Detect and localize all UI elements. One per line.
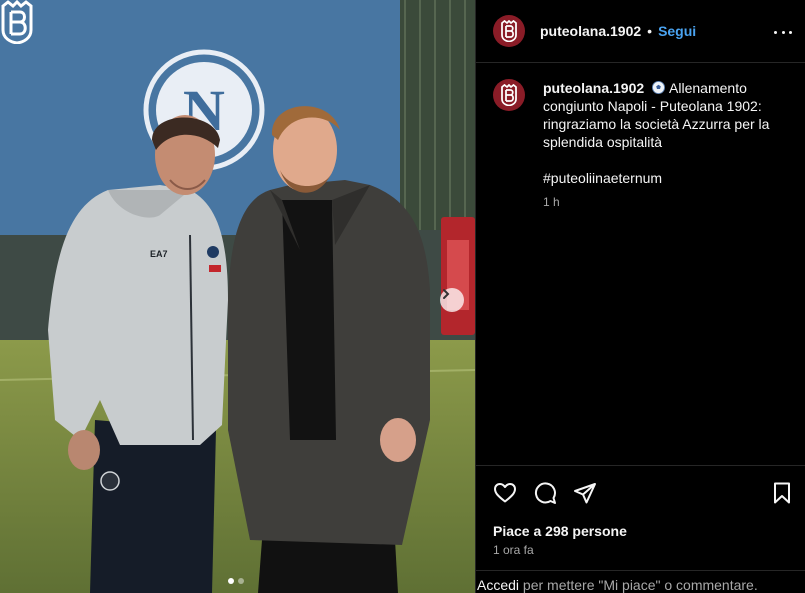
follow-button[interactable]: Segui <box>658 23 696 39</box>
carousel-dot-1 <box>228 578 234 584</box>
like-button[interactable] <box>493 481 517 510</box>
heart-icon <box>494 483 516 503</box>
puteolana-crest-icon <box>1 0 33 44</box>
puteolana-crest-icon <box>501 20 517 42</box>
caption-timestamp: 1 h <box>543 195 560 209</box>
soccer-ball-icon <box>652 81 666 94</box>
post-photo[interactable]: N EA7 <box>0 0 475 593</box>
likes-count[interactable]: Piace a 298 persone <box>493 523 627 539</box>
training-photo-illustration: N EA7 <box>0 0 475 593</box>
avatar[interactable] <box>493 15 525 47</box>
carousel-indicator <box>228 578 244 584</box>
jacket-brand: EA7 <box>150 249 168 259</box>
comment-button[interactable] <box>533 481 557 510</box>
post-timestamp: 1 ora fa <box>493 543 534 557</box>
more-options-icon[interactable] <box>774 24 792 40</box>
share-button[interactable] <box>573 481 597 510</box>
caption-username-link[interactable]: puteolana.1902 <box>543 80 644 96</box>
login-prompt-text: per mettere "Mi piace" o commentare. <box>519 577 758 593</box>
puteolana-crest-icon <box>501 84 517 106</box>
caption: puteolana.1902 Allenamento congiunto Nap… <box>543 79 793 151</box>
comment-icon <box>534 482 556 504</box>
post-actions: Piace a 298 persone 1 ora fa <box>476 465 805 570</box>
caption-area: puteolana.1902 Allenamento congiunto Nap… <box>476 63 805 465</box>
bookmark-icon <box>774 482 790 504</box>
share-icon <box>574 483 596 504</box>
hashtag-link[interactable]: #puteoliinaeternum <box>543 170 662 186</box>
carousel-next-button[interactable] <box>440 288 464 312</box>
chevron-right-icon <box>443 289 450 299</box>
login-link[interactable]: Accedi <box>477 577 519 593</box>
post-header: puteolana.1902 • Segui <box>476 0 805 63</box>
carousel-dot-2 <box>238 578 244 584</box>
header-username-link[interactable]: puteolana.1902 <box>540 23 641 39</box>
save-button[interactable] <box>770 481 794 510</box>
caption-avatar[interactable] <box>493 79 525 111</box>
header-separator: • <box>647 23 653 39</box>
login-prompt: Accedi per mettere "Mi piace" o commenta… <box>476 570 805 593</box>
post-details-panel: puteolana.1902 • Segui puteolana.1902 Al… <box>475 0 805 593</box>
